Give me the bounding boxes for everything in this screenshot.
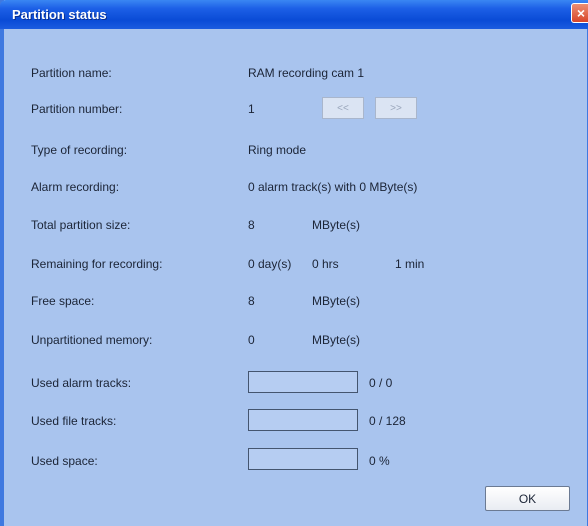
used-file-tracks-label: Used file tracks: <box>31 414 117 428</box>
used-space-bar <box>248 448 358 470</box>
free-space-label: Free space: <box>31 294 95 308</box>
alarm-recording-label: Alarm recording: <box>31 180 120 194</box>
total-partition-size-value: 8 <box>248 218 255 232</box>
next-partition-button[interactable]: >> <box>375 97 417 119</box>
remaining-minutes-value: 1 min <box>395 257 425 271</box>
total-partition-size-unit: MByte(s) <box>312 218 360 232</box>
remaining-for-recording-label: Remaining for recording: <box>31 257 163 271</box>
used-space-text: 0 % <box>369 454 390 468</box>
used-alarm-tracks-text: 0 / 0 <box>369 376 393 390</box>
ok-button[interactable]: OK <box>485 486 570 511</box>
type-of-recording-label: Type of recording: <box>31 143 128 157</box>
unpartitioned-memory-unit: MByte(s) <box>312 333 360 347</box>
partition-number-label: Partition number: <box>31 102 123 116</box>
used-file-tracks-bar <box>248 409 358 431</box>
free-space-unit: MByte(s) <box>312 294 360 308</box>
remaining-days-value: 0 day(s) <box>248 257 292 271</box>
partition-name-value: RAM recording cam 1 <box>248 66 365 80</box>
partition-name-label: Partition name: <box>31 66 112 80</box>
total-partition-size-label: Total partition size: <box>31 218 131 232</box>
used-file-tracks-text: 0 / 128 <box>369 414 406 428</box>
dialog-title: Partition status <box>12 7 107 22</box>
close-icon: × <box>576 5 586 21</box>
used-alarm-tracks-label: Used alarm tracks: <box>31 376 132 390</box>
previous-button-label: << <box>337 102 349 114</box>
partition-number-value: 1 <box>248 102 255 116</box>
remaining-hours-value: 0 hrs <box>312 257 339 271</box>
type-of-recording-value: Ring mode <box>248 143 307 157</box>
free-space-value: 8 <box>248 294 255 308</box>
partition-status-dialog: Partition status × Partition name: RAM r… <box>0 0 588 526</box>
ok-button-label: OK <box>518 491 537 506</box>
unpartitioned-memory-label: Unpartitioned memory: <box>31 333 153 347</box>
next-button-label: >> <box>390 102 402 114</box>
used-alarm-tracks-bar <box>248 371 358 393</box>
close-button[interactable]: × <box>571 3 588 23</box>
used-space-label: Used space: <box>31 454 98 468</box>
unpartitioned-memory-value: 0 <box>248 333 255 347</box>
previous-partition-button[interactable]: << <box>322 97 364 119</box>
title-bar[interactable]: Partition status × <box>0 0 588 29</box>
alarm-recording-value: 0 alarm track(s) with 0 MByte(s) <box>248 180 418 194</box>
